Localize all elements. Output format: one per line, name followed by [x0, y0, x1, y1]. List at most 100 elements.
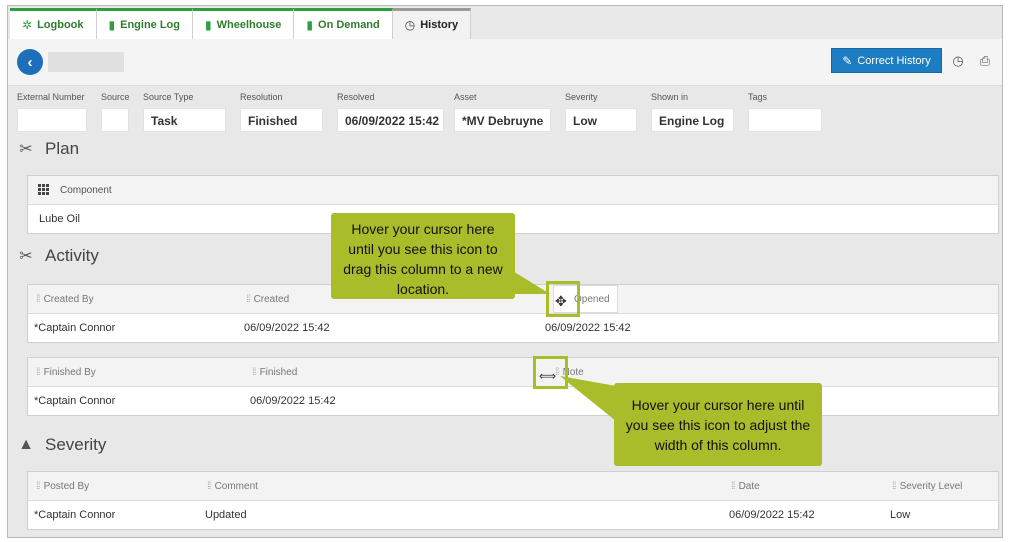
column-label: Created — [253, 293, 290, 305]
tools-icon: ✂ — [19, 141, 33, 158]
cell-component: Lube Oil — [39, 213, 80, 225]
field-value — [748, 108, 822, 132]
page-title-placeholder — [48, 52, 124, 72]
column-header-comment[interactable]: ⁞⁞ Comment — [207, 472, 258, 500]
column-header-date[interactable]: ⁞⁞ Date — [731, 472, 760, 500]
grip-icon: ⁞⁞ — [207, 480, 211, 492]
tab-logbook[interactable]: ✲ Logbook — [10, 8, 97, 39]
column-header-severity-level[interactable]: ⁞⁞ Severity Level — [892, 472, 962, 500]
tab-engine-log[interactable]: ▮ Engine Log — [96, 8, 193, 39]
field-value: Engine Log — [651, 108, 734, 132]
column-header-finished[interactable]: ⁞⁞ Finished — [252, 358, 297, 386]
field-value — [17, 108, 87, 132]
tab-on-demand[interactable]: ▮ On Demand — [294, 8, 393, 39]
column-header-finished-by[interactable]: ⁞⁞ Finished By — [36, 358, 96, 386]
section-plan-heading: ✂ Plan — [15, 139, 79, 159]
toolbar: ‹ ✎ Correct History ◷ ⎙ — [8, 39, 1002, 86]
column-label: Severity Level — [899, 480, 963, 492]
tab-history[interactable]: ◷ History — [392, 8, 472, 39]
column-label: Finished By — [43, 366, 96, 378]
grip-icon: ⁞⁞ — [36, 480, 40, 492]
tools-icon: ✂ — [19, 248, 33, 265]
field-severity: Severity Low — [565, 92, 637, 132]
tab-wheelhouse[interactable]: ▮ Wheelhouse — [193, 8, 295, 39]
history-icon: ◷ — [404, 18, 416, 32]
column-label: Posted By — [43, 480, 90, 492]
callout-resize-column: Hover your cursor here until you see thi… — [614, 383, 822, 466]
field-label: Tags — [748, 92, 768, 102]
tab-label: Logbook — [37, 19, 84, 31]
column-label: Finished — [259, 366, 298, 378]
book-icon: ▮ — [205, 18, 212, 32]
column-header-created[interactable]: ⁞⁞ Created — [246, 285, 289, 313]
field-label: Resolved — [337, 92, 375, 102]
grip-icon: ⁞⁞ — [246, 293, 250, 305]
cell-created: 06/09/2022 15:42 — [244, 322, 330, 334]
grid-header: Component — [28, 176, 998, 205]
field-label: Shown in — [651, 92, 689, 102]
field-value: Finished — [240, 108, 323, 132]
field-label: Source — [101, 92, 130, 102]
grid-header: ⁞⁞ Finished By ⁞⁞ Finished ⁞⁞ Note — [28, 358, 998, 387]
history-icon[interactable]: ◷ — [950, 53, 966, 69]
cell-created-by: *Captain Connor — [34, 322, 116, 334]
activity-grid-2: ⁞⁞ Finished By ⁞⁞ Finished ⁞⁞ Note *Captain… — [27, 357, 999, 416]
field-label: Resolution — [240, 92, 283, 102]
tab-label: History — [420, 19, 459, 31]
grip-icon: ⁞⁞ — [892, 480, 896, 492]
field-label: Severity — [565, 92, 598, 102]
grip-icon: ⁞⁞ — [731, 480, 735, 492]
grip-icon: ⁞⁞ — [252, 366, 256, 378]
field-shown-in: Shown in Engine Log — [651, 92, 734, 132]
cell-opened: 06/09/2022 15:42 — [545, 322, 631, 334]
print-icon[interactable]: ⎙ — [977, 53, 993, 69]
callout-pointer-resize — [560, 376, 616, 421]
column-header-created-by[interactable]: ⁞⁞ Created By — [36, 285, 94, 313]
section-severity-heading: ▲ Severity — [15, 435, 106, 455]
section-title: Plan — [45, 139, 80, 158]
column-label: Date — [738, 480, 760, 492]
field-value: Task — [143, 108, 226, 132]
field-external-number: External Number — [17, 92, 87, 132]
grip-icon: ⁞⁞ — [36, 366, 40, 378]
field-asset: Asset *MV Debruyne — [454, 92, 551, 132]
cell-posted-by: *Captain Connor — [34, 509, 116, 521]
column-label: Created By — [43, 293, 94, 305]
column-header-component[interactable]: Component — [38, 176, 112, 204]
warning-icon: ▲ — [18, 436, 34, 453]
cell-finished-by: *Captain Connor — [34, 395, 116, 407]
logbook-icon: ✲ — [22, 18, 33, 32]
field-value: *MV Debruyne — [454, 108, 551, 132]
column-header-posted-by[interactable]: ⁞⁞ Posted By — [36, 472, 89, 500]
field-value — [101, 108, 129, 132]
book-icon: ▮ — [306, 18, 314, 32]
field-value: 06/09/2022 15:42 — [337, 108, 444, 132]
edit-icon: ✎ — [842, 53, 853, 68]
back-button[interactable]: ‹ — [17, 49, 43, 75]
tab-label: Wheelhouse — [216, 19, 282, 31]
field-source: Source — [101, 92, 130, 132]
field-resolved: Resolved 06/09/2022 15:42 — [337, 92, 444, 132]
column-label: Component — [60, 184, 112, 196]
component-icon — [38, 184, 50, 196]
grip-icon: ⁞⁞ — [36, 293, 40, 305]
cell-comment: Updated — [205, 509, 247, 521]
field-label: Source Type — [143, 92, 194, 102]
book-icon: ▮ — [108, 18, 116, 32]
column-label: Comment — [214, 480, 258, 492]
section-title: Severity — [45, 435, 107, 454]
table-row[interactable]: *Captain Connor 06/09/2022 15:42 — [28, 387, 998, 415]
section-activity-heading: ✂ Activity — [15, 246, 99, 266]
field-tags: Tags — [748, 92, 822, 132]
tab-label: Engine Log — [120, 19, 180, 31]
cell-finished: 06/09/2022 15:42 — [250, 395, 336, 407]
table-row[interactable]: *Captain Connor 06/09/2022 15:42 06/09/2… — [28, 314, 998, 342]
record-fields: External Number Source Source Type Task … — [8, 86, 1002, 136]
field-source-type: Source Type Task — [143, 92, 226, 132]
tab-bar: ✲ Logbook ▮ Engine Log ▮ Wheelhouse ▮ On… — [10, 8, 472, 39]
table-row[interactable]: *Captain Connor Updated 06/09/2022 15:42… — [28, 501, 998, 529]
correct-history-button[interactable]: ✎ Correct History — [831, 48, 942, 73]
app-window: ✲ Logbook ▮ Engine Log ▮ Wheelhouse ▮ On… — [7, 5, 1003, 538]
callout-drag-column: Hover your cursor here until you see thi… — [331, 213, 515, 299]
tab-label: On Demand — [318, 19, 380, 31]
